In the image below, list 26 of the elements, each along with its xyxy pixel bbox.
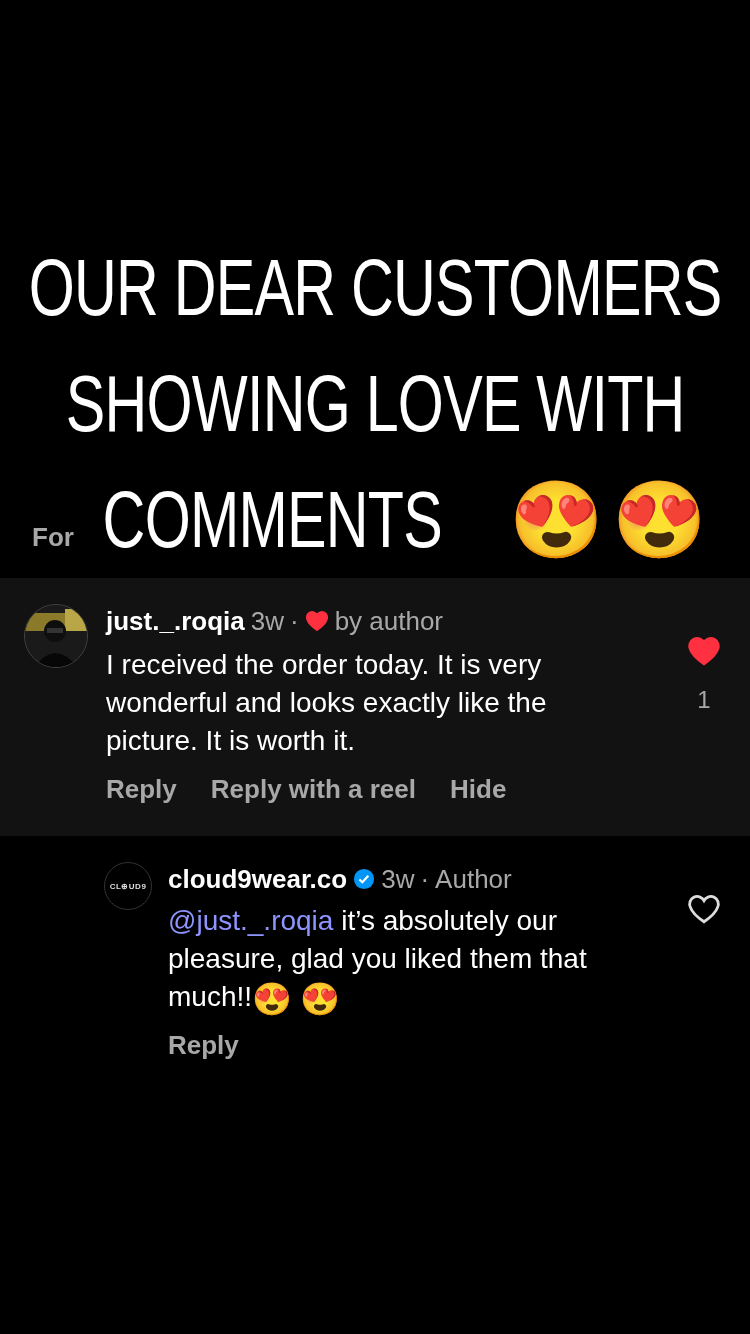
comment-text: I received the order today. It is very wonderful and looks exactly like the picture. It is worth it. — [106, 648, 548, 758]
mention-link[interactable]: @just._.roqia — [168, 905, 334, 936]
heart-icon[interactable] — [687, 892, 721, 926]
heart-eyes-emoji: 😍 — [299, 979, 340, 1018]
reply-text: @just._.roqia it’s absolutely our pleasure, glad you liked them that much!!😍 😍 — [168, 904, 588, 1016]
headline-text: COMMENTS — [102, 474, 443, 566]
heart-icon — [304, 609, 329, 633]
like-count: 1 — [697, 686, 711, 714]
action-link[interactable]: Reply with a reel — [210, 774, 416, 805]
heart-eyes-emoji: 😍 — [252, 979, 292, 1018]
timestamp: 3w — [250, 605, 284, 637]
action-link[interactable]: Reply — [106, 774, 177, 805]
dot-separator: · — [420, 863, 430, 895]
heart-eyes-emoji: 😍 — [509, 482, 605, 558]
username[interactable]: just._.roqia — [106, 605, 245, 637]
side-label: For — [32, 522, 74, 553]
headline-text: OUR DEAR CUSTOMERS — [28, 242, 722, 334]
headline-text: SHOWING LOVE WITH — [65, 358, 685, 450]
author-label: Author — [435, 863, 512, 895]
heart-eyes-emoji: 😍 — [612, 482, 707, 558]
liked-by-author-label: by author — [334, 605, 444, 637]
action-link[interactable]: Hide — [450, 774, 507, 805]
action-link[interactable]: Reply — [168, 1030, 239, 1061]
username[interactable]: cloud9wear.co — [168, 863, 348, 895]
timestamp: 3w — [381, 863, 415, 895]
dot-separator: · — [289, 605, 299, 637]
